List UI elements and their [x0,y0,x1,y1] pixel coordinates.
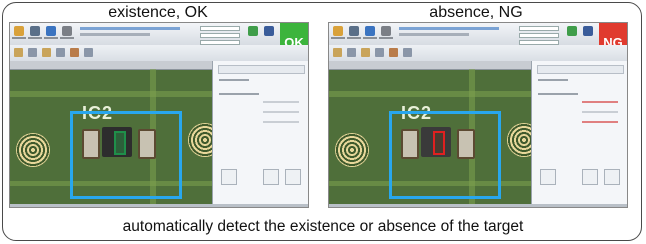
parameter-fields[interactable] [200,26,240,45]
panel-button[interactable] [540,169,556,185]
parameter-fields[interactable] [519,26,559,45]
settings-icon[interactable] [381,26,391,36]
main-toolbar [329,23,627,46]
panel-button[interactable] [582,169,598,185]
tool-icon[interactable] [333,48,342,57]
settings-icon[interactable] [62,26,72,36]
panel-button[interactable] [604,169,620,185]
panel-button[interactable] [221,169,237,185]
secondary-toolbar [329,45,627,62]
roi-box[interactable] [389,111,501,199]
panel-title-left: existence, OK [108,4,208,21]
tool-icon[interactable] [347,48,356,57]
open-file-icon[interactable] [333,26,343,36]
open-file-icon[interactable] [14,26,24,36]
panel-button[interactable] [285,169,301,185]
fiducial-spiral [335,133,369,167]
main-toolbar [10,23,308,46]
tool-icon[interactable] [70,48,79,57]
tool-icon[interactable] [42,48,51,57]
figure-caption: automatically detect the existence or ab… [122,218,524,235]
side-panel [531,61,627,207]
camera-icon[interactable] [349,26,359,36]
tool-icon[interactable] [56,48,65,57]
secondary-toolbar [10,45,308,62]
fiducial-spiral [16,133,50,167]
app-window-ok: OK IC2 [9,22,309,208]
camera-viewport[interactable]: IC2 [329,61,531,207]
roi-box[interactable] [70,111,182,199]
fiducial-spiral [507,123,531,157]
camera-icon[interactable] [30,26,40,36]
panel-title-right: absence, NG [429,4,523,21]
tool-icon[interactable] [84,48,93,57]
tool-icon[interactable] [389,48,398,57]
tool-icon[interactable] [14,48,23,57]
app-window-ng: NG IC2 [328,22,628,208]
stop-icon[interactable] [264,26,274,36]
panel-button[interactable] [263,169,279,185]
side-panel [212,61,308,207]
tool-icon[interactable] [403,48,412,57]
run-icon[interactable] [248,26,258,36]
stop-icon[interactable] [583,26,593,36]
tool-icon[interactable] [375,48,384,57]
camera-viewport[interactable]: IC2 [10,61,212,207]
save-icon[interactable] [46,26,56,36]
run-icon[interactable] [567,26,577,36]
tool-icon[interactable] [361,48,370,57]
fiducial-spiral [188,123,212,157]
save-icon[interactable] [365,26,375,36]
tool-icon[interactable] [28,48,37,57]
